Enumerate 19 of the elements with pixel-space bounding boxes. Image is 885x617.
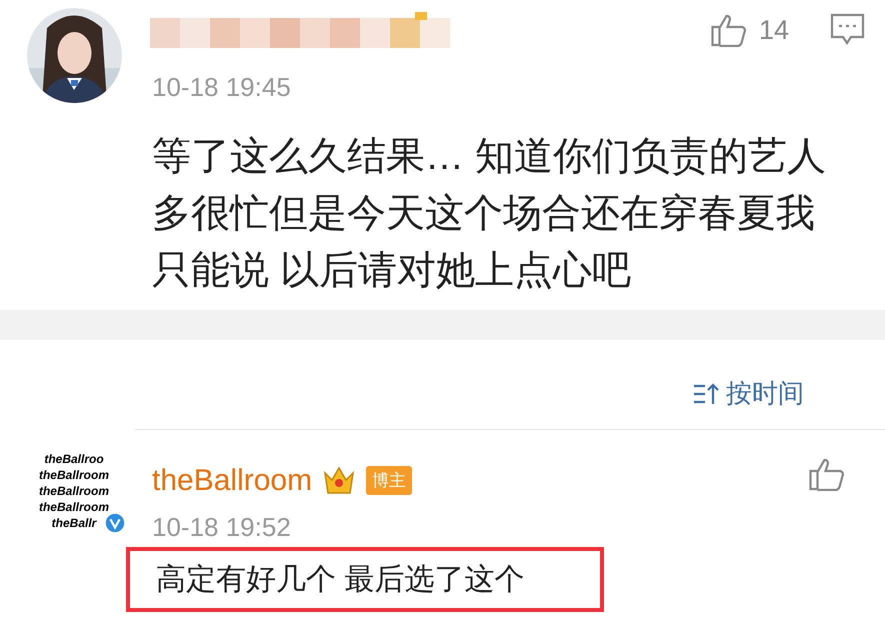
comment-text: 等了这么久结果… 知道你们负责的艺人多很忙但是今天这个场合还在穿春夏我只能说 以后请对她上点心吧	[152, 134, 827, 294]
logo-text: theBallroo	[44, 451, 104, 467]
crown-icon	[322, 464, 356, 496]
thumbs-up-icon	[808, 457, 845, 491]
thumbs-up-icon	[710, 13, 747, 48]
reply-date: 10-18 19:52	[152, 511, 291, 544]
sort-button[interactable]: 按时间	[692, 374, 804, 413]
logo-text: theBallroom	[38, 499, 109, 515]
logo-text: theBallr	[52, 515, 96, 531]
sort-icon	[692, 382, 720, 406]
reply-text: 高定有好几个 最后选了这个	[156, 562, 524, 598]
logo-text: theBallroom	[38, 467, 109, 483]
comment-icon[interactable]	[830, 13, 865, 46]
like-button[interactable]: 14	[710, 10, 790, 50]
logo-text: theBallroom	[38, 483, 109, 499]
username[interactable]: theBallroom	[152, 458, 312, 503]
host-badge: 博主	[366, 466, 412, 496]
comment-date: 10-18 19:45	[152, 71, 291, 104]
like-button[interactable]	[808, 457, 845, 491]
